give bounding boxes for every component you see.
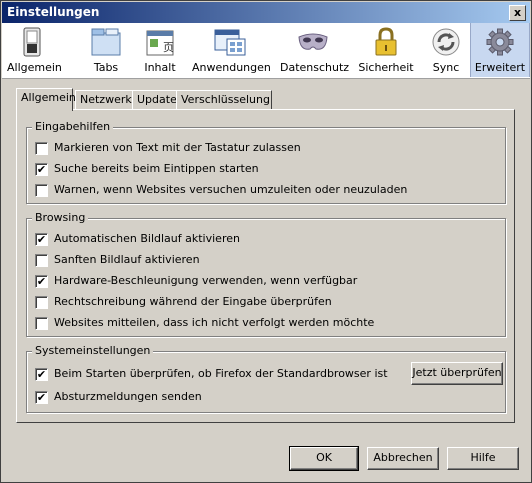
- toolbar-item-allgemein[interactable]: Allgemein: [7, 23, 62, 77]
- checkbox[interactable]: [35, 254, 48, 267]
- title-bar[interactable]: Einstellungen x: [2, 2, 530, 23]
- toolbar-label: Allgemein: [7, 61, 62, 74]
- mask-icon: [298, 33, 328, 50]
- checkbox[interactable]: [35, 296, 48, 309]
- checkbox[interactable]: ✔: [35, 368, 48, 381]
- applications-icon: [214, 29, 246, 56]
- toolbar-label: Tabs: [93, 61, 119, 74]
- switch-icon: [23, 27, 41, 57]
- checkbox-label: Warnen, wenn Websites versuchen umzuleit…: [54, 183, 408, 196]
- toolbar-label: Anwendungen: [192, 61, 271, 74]
- window-title: Einstellungen: [7, 5, 100, 19]
- tab-update[interactable]: Update: [132, 90, 180, 110]
- tab-panel-allgemein: Eingabehilfen Markieren von Text mit der…: [16, 109, 515, 423]
- toolbar-label: Sync: [432, 61, 460, 74]
- checkbox[interactable]: [35, 184, 48, 197]
- group-title: Eingabehilfen: [32, 120, 114, 133]
- help-button[interactable]: Hilfe: [447, 447, 519, 470]
- toolbar-item-sync[interactable]: Sync: [426, 23, 466, 77]
- content-icon: 页: [146, 30, 174, 56]
- checkbox[interactable]: ✔: [35, 275, 48, 288]
- check-now-button[interactable]: Jetzt überprüfen: [411, 362, 503, 385]
- checkbox[interactable]: ✔: [35, 163, 48, 176]
- group-title: Browsing: [32, 211, 89, 224]
- group-systemeinstellungen: Systemeinstellungen ✔ Beim Starten überp…: [26, 344, 506, 413]
- cancel-button[interactable]: Abbrechen: [367, 447, 439, 470]
- checkbox-label: Beim Starten überprüfen, ob Firefox der …: [54, 367, 388, 380]
- toolbar-item-anwendungen[interactable]: Anwendungen: [192, 23, 271, 77]
- ok-button[interactable]: OK: [289, 446, 359, 471]
- preferences-toolbar: Allgemein Tabs 页 Inhalt Anwendungen Date…: [2, 23, 530, 79]
- checkbox-label: Suche bereits beim Eintippen starten: [54, 162, 259, 175]
- tab-netzwerk[interactable]: Netzwerk: [75, 90, 136, 110]
- tabs-icon: [91, 28, 121, 56]
- checkbox-label: Absturzmeldungen senden: [54, 390, 202, 403]
- sync-icon: [432, 28, 460, 56]
- toolbar-item-sicherheit[interactable]: Sicherheit: [358, 23, 414, 77]
- checkbox-label: Markieren von Text mit der Tastatur zula…: [54, 141, 301, 154]
- checkbox[interactable]: [35, 142, 48, 155]
- checkbox[interactable]: ✔: [35, 233, 48, 246]
- checkbox[interactable]: ✔: [35, 391, 48, 404]
- toolbar-label: Sicherheit: [358, 61, 414, 74]
- checkbox-label: Sanften Bildlauf aktivieren: [54, 253, 200, 266]
- preferences-window: Einstellungen x Allgemein Tabs 页 Inhalt …: [0, 0, 532, 483]
- toolbar-item-inhalt[interactable]: 页 Inhalt: [140, 23, 180, 77]
- tab-allgemein[interactable]: Allgemein: [16, 88, 76, 111]
- toolbar-label: Inhalt: [144, 61, 176, 74]
- toolbar-label: Erweitert: [474, 61, 526, 74]
- tab-verschluesselung[interactable]: Verschlüsselung: [176, 90, 272, 110]
- checkbox-label: Rechtschreibung während der Eingabe über…: [54, 295, 332, 308]
- checkbox-label: Websites mitteilen, dass ich nicht verfo…: [54, 316, 375, 329]
- group-eingabehilfen: Eingabehilfen Markieren von Text mit der…: [26, 120, 506, 204]
- checkbox-label: Automatischen Bildlauf aktivieren: [54, 232, 240, 245]
- lock-icon: [375, 27, 397, 56]
- group-title: Systemeinstellungen: [32, 344, 154, 357]
- gear-icon: [486, 28, 514, 56]
- svg-text:页: 页: [163, 41, 174, 54]
- group-browsing: Browsing ✔ Automatischen Bildlauf aktivi…: [26, 211, 506, 337]
- close-button[interactable]: x: [509, 5, 526, 21]
- toolbar-item-tabs[interactable]: Tabs: [84, 23, 128, 77]
- toolbar-item-erweitert[interactable]: Erweitert: [470, 23, 530, 77]
- checkbox[interactable]: [35, 317, 48, 330]
- toolbar-item-datenschutz[interactable]: Datenschutz: [280, 23, 350, 77]
- checkbox-label: Hardware-Beschleunigung verwenden, wenn …: [54, 274, 358, 287]
- toolbar-label: Datenschutz: [280, 61, 350, 74]
